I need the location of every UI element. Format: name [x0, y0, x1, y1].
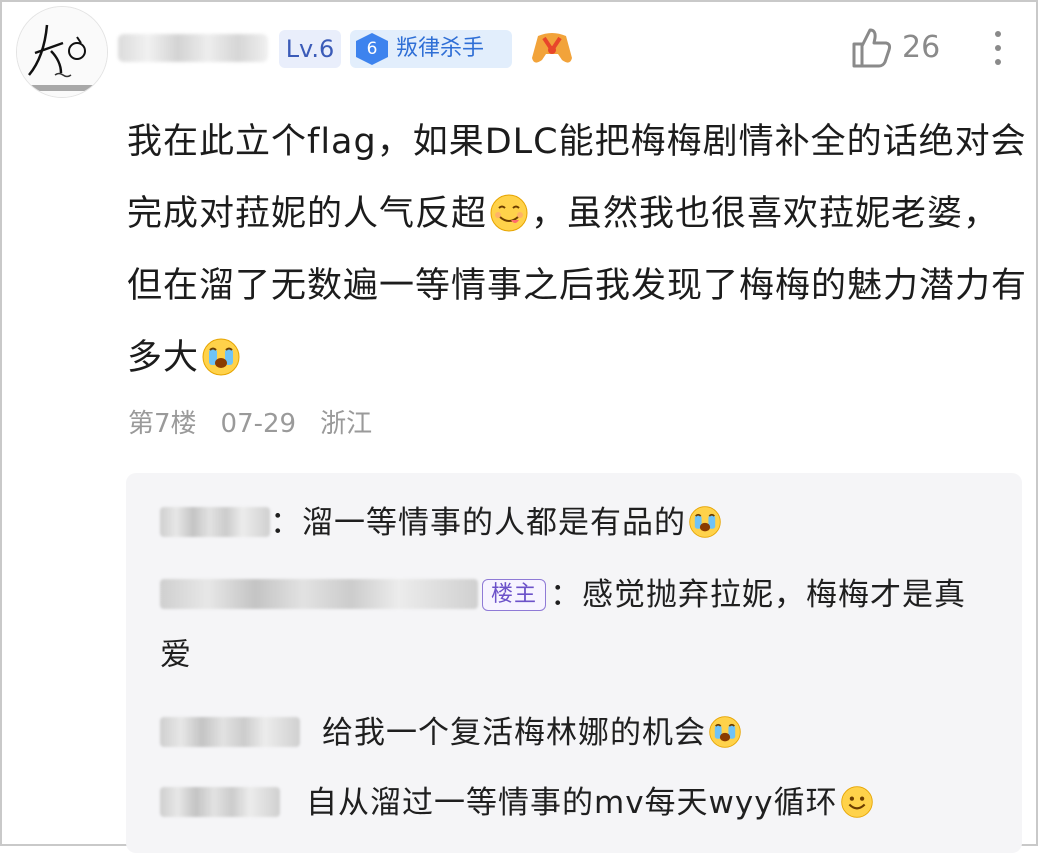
crying-emoji [709, 716, 741, 748]
yum-emoji [490, 194, 528, 232]
comment-meta: 第7楼 07-29 浙江 [128, 403, 396, 440]
username-blurred[interactable] [118, 34, 268, 62]
avatar[interactable] [16, 6, 108, 98]
comment-text: 我在此立个flag，如果DLC能把梅梅剧情补全的话绝对会完成对菈妮的人气反超 ，虽… [127, 106, 1027, 394]
title-badge[interactable]: 6 叛律杀手 [350, 30, 512, 68]
post-location: 浙江 [320, 409, 373, 439]
post-date: 07-29 [220, 409, 297, 439]
reply-author-blurred[interactable] [160, 507, 270, 537]
reply-item[interactable]: 给我一个复活梅林娜的机会 [160, 703, 744, 763]
reply-text: ：溜一等情事的人都是有品的 [270, 505, 686, 541]
reply-author-blurred[interactable] [160, 717, 300, 747]
reply-text: 自从溜过一等情事的mv每天wyy循环 [306, 785, 838, 821]
op-badge: 楼主 [482, 579, 547, 611]
reply-item[interactable]: 楼主 ：感觉抛弃拉妮，梅梅才是真爱 [160, 565, 980, 685]
game-controller-icon [532, 33, 572, 63]
reply-list[interactable]: ：溜一等情事的人都是有品的 楼主 ：感觉抛弃拉妮，梅梅才是真爱 给我一个复活梅林娜… [126, 473, 1022, 853]
reply-author-blurred[interactable] [160, 579, 478, 609]
title-badge-number: 6 [356, 33, 388, 65]
avatar-image [17, 7, 107, 97]
title-badge-label: 叛律杀手 [396, 36, 485, 61]
floor-number: 第7楼 [128, 409, 197, 439]
reply-item[interactable]: 自从溜过一等情事的mv每天wyy循环 [160, 773, 876, 833]
reply-author-blurred[interactable] [160, 787, 280, 817]
crying-emoji [689, 506, 721, 538]
crying-emoji [202, 338, 240, 376]
reply-item[interactable]: ：溜一等情事的人都是有品的 [160, 493, 724, 553]
reply-text: 给我一个复活梅林娜的机会 [322, 715, 706, 751]
level-badge: Lv.6 [279, 30, 341, 68]
thumbs-up-icon[interactable] [850, 26, 894, 70]
like-count: 26 [902, 30, 941, 65]
more-vertical-icon[interactable] [988, 28, 1008, 68]
smile-emoji [840, 786, 873, 818]
